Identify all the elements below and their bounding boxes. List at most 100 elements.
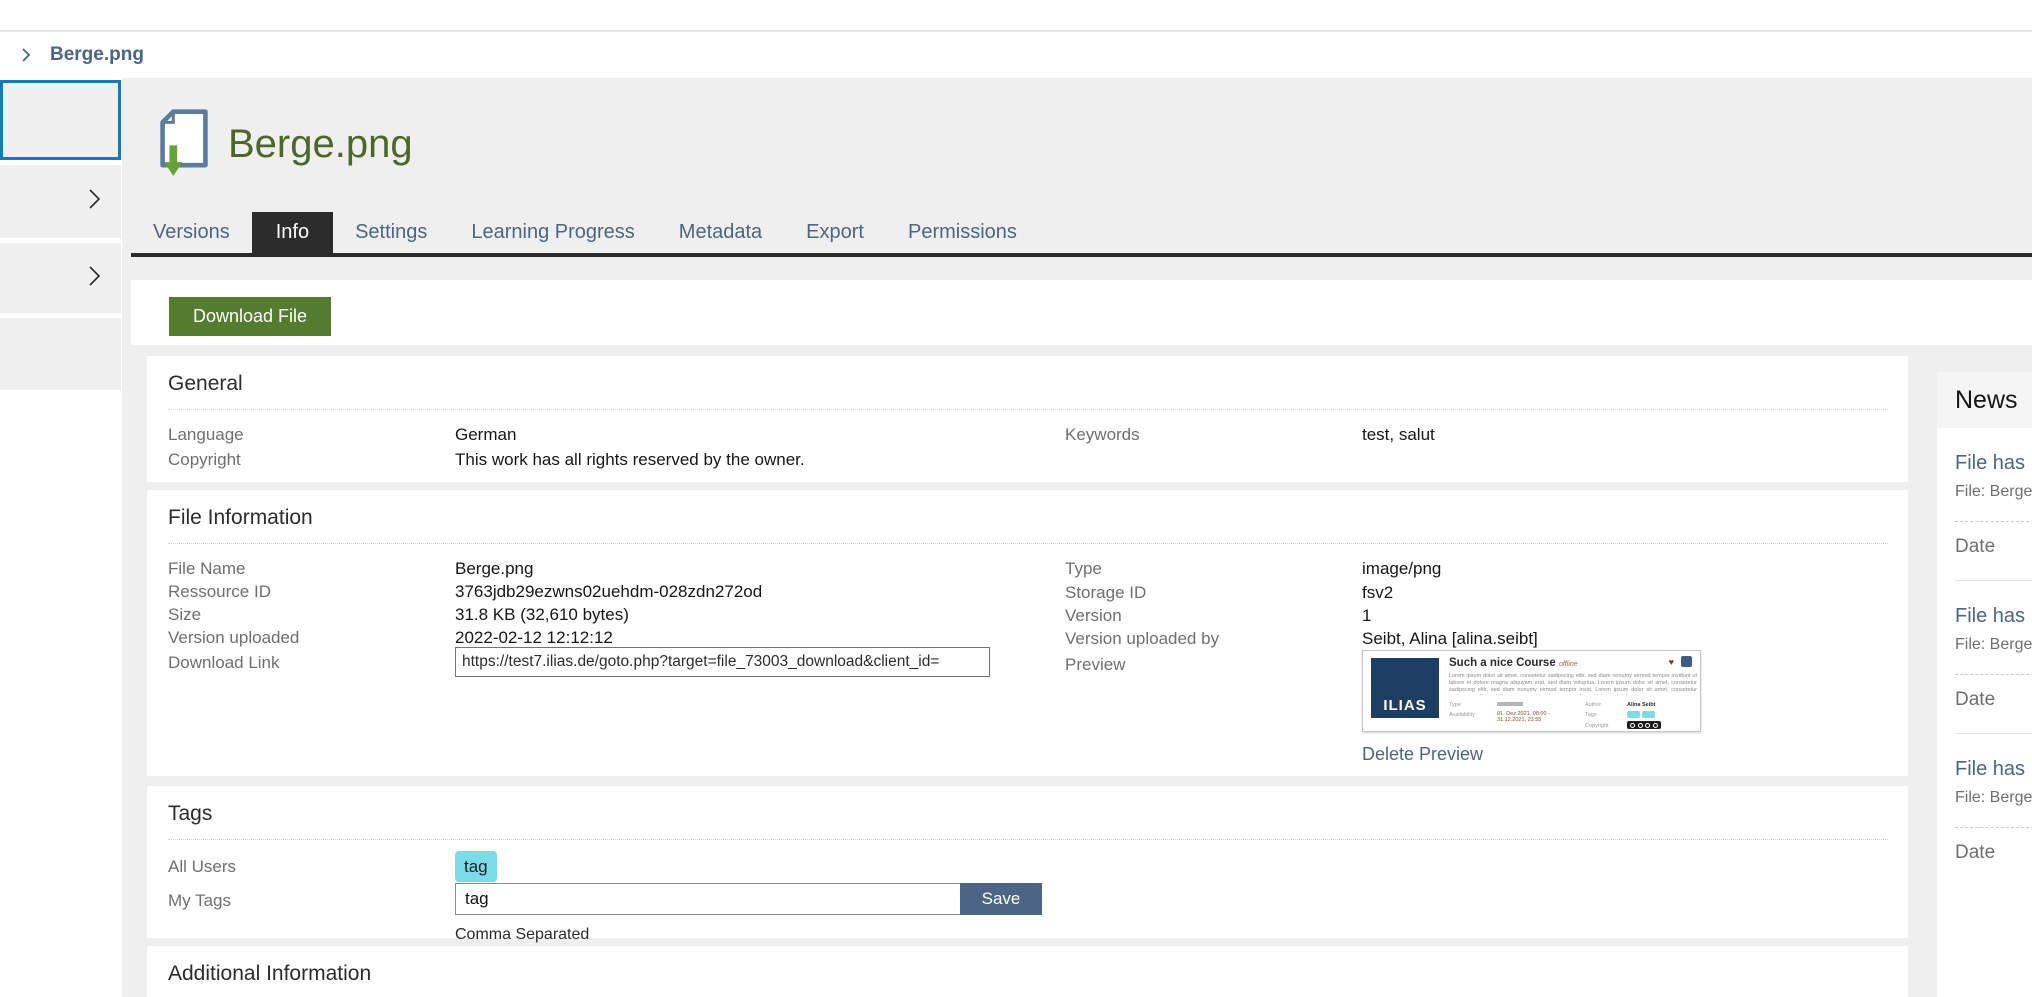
size-value: 31.8 KB (32,610 bytes) xyxy=(455,602,629,627)
sidebar-slate-expander-2[interactable] xyxy=(0,243,121,313)
preview-author-label: Author xyxy=(1585,701,1601,710)
chevron-right-icon xyxy=(18,47,34,63)
news-header: News xyxy=(1937,372,2032,428)
keywords-label: Keywords xyxy=(1065,422,1140,447)
size-label: Size xyxy=(168,602,201,627)
news-item: File has File: Berge Date xyxy=(1937,428,2032,581)
my-tags-label: My Tags xyxy=(168,888,231,913)
news-item-link[interactable]: File has xyxy=(1955,605,2032,628)
preview-availability-value: 01. Dez 2021, 08:00 - 31.12.2021, 23:55 xyxy=(1497,711,1575,723)
language-value: German xyxy=(455,422,516,447)
tab-info[interactable]: Info xyxy=(252,212,333,253)
breadcrumb: Berge.png xyxy=(0,32,2032,78)
preview-type-value xyxy=(1497,701,1523,710)
preview-tags-label: Tags xyxy=(1585,711,1597,720)
preview-copyright-label: Copyright xyxy=(1585,722,1609,731)
news-item-link[interactable]: File has xyxy=(1955,452,2032,475)
storage-id-label: Storage ID xyxy=(1065,580,1146,605)
tab-bar: Versions Info Settings Learning Progress… xyxy=(131,212,2032,253)
section-additional-heading: Additional Information xyxy=(168,962,1888,997)
my-tags-input[interactable] xyxy=(455,883,960,915)
top-bar xyxy=(0,0,2032,31)
section-tags-heading: Tags xyxy=(168,802,1888,840)
my-tags-form: Save xyxy=(455,883,1042,915)
tab-learning-progress[interactable]: Learning Progress xyxy=(449,212,656,253)
preview-course-title: Such a nice Course offline xyxy=(1449,657,1578,669)
download-link-input[interactable] xyxy=(455,647,990,677)
news-item-subtitle: File: Berge xyxy=(1955,636,2032,654)
sidebar-slate-selected[interactable] xyxy=(0,80,121,160)
preview-offline-status: offline xyxy=(1559,661,1578,668)
preview-author-value: Alina Seibt xyxy=(1627,701,1655,710)
version-label: Version xyxy=(1065,603,1122,628)
news-item-subtitle: File: Berge xyxy=(1955,789,2032,807)
toolbar: Download File xyxy=(131,280,2032,345)
ressource-id-label: Ressource ID xyxy=(168,579,271,604)
delete-preview-link[interactable]: Delete Preview xyxy=(1362,742,1483,767)
type-value: image/png xyxy=(1362,556,1441,581)
ressource-id-value: 3763jdb29ezwns02uehdm-028zdn272od xyxy=(455,579,762,604)
file-download-icon xyxy=(158,108,210,183)
preview-course-title-text: Such a nice Course xyxy=(1449,657,1556,669)
version-uploaded-by-label: Version uploaded by xyxy=(1065,626,1219,651)
storage-id-value: fsv2 xyxy=(1362,580,1393,605)
preview-thumbnail: ILIAS Such a nice Course offline ♥ Lorem… xyxy=(1362,650,1701,732)
copyright-label: Copyright xyxy=(168,447,241,472)
dashed-divider xyxy=(1955,521,2032,522)
tab-settings[interactable]: Settings xyxy=(333,212,449,253)
cc-license-icon xyxy=(1627,721,1679,732)
object-header: Berge.png xyxy=(122,78,2032,215)
tab-permissions[interactable]: Permissions xyxy=(886,212,1039,253)
version-uploaded-by-value: Seibt, Alina [alina.seibt] xyxy=(1362,626,1538,651)
news-panel: News File has File: Berge Date File has … xyxy=(1937,372,2032,997)
news-item-date-label: Date xyxy=(1955,536,2032,558)
comma-separated-hint: Comma Separated xyxy=(455,922,589,947)
tab-versions[interactable]: Versions xyxy=(131,212,252,253)
sidebar-slate-expander-1[interactable] xyxy=(0,165,121,238)
section-file-information-heading: File Information xyxy=(168,506,1888,544)
preview-availability-label: Availability xyxy=(1449,711,1475,720)
preview-type-label: Type xyxy=(1449,701,1461,710)
section-general: General Language German Copyright This w… xyxy=(147,356,1908,482)
section-general-heading: General xyxy=(168,372,1888,410)
preview-label: Preview xyxy=(1065,652,1125,677)
section-file-information: File Information File Name Berge.png Res… xyxy=(147,490,1908,776)
news-item-subtitle: File: Berge xyxy=(1955,483,2032,501)
tab-metadata[interactable]: Metadata xyxy=(657,212,784,253)
dashed-divider xyxy=(1955,827,2032,828)
file-name-value: Berge.png xyxy=(455,556,533,581)
copyright-value: This work has all rights reserved by the… xyxy=(455,447,805,472)
preview-body-text: Lorem ipsum dolor sit amet, consetetur s… xyxy=(1449,673,1697,695)
keywords-value: test, salut xyxy=(1362,422,1435,447)
language-label: Language xyxy=(168,422,244,447)
heart-icon: ♥ xyxy=(1669,657,1674,667)
left-sidebar xyxy=(0,78,122,997)
sidebar-slate-empty[interactable] xyxy=(0,318,121,390)
chevron-right-icon xyxy=(85,264,103,293)
preview-action-icon xyxy=(1681,656,1692,667)
all-users-label: All Users xyxy=(168,854,236,879)
news-heading: News xyxy=(1955,386,2018,415)
file-name-label: File Name xyxy=(168,556,245,581)
type-label: Type xyxy=(1065,556,1102,581)
news-item-date-label: Date xyxy=(1955,842,2032,864)
page-title: Berge.png xyxy=(228,122,413,167)
news-item-date-label: Date xyxy=(1955,689,2032,711)
dashed-divider xyxy=(1955,674,2032,675)
tag-chip[interactable]: tag xyxy=(455,851,497,882)
tab-export[interactable]: Export xyxy=(784,212,886,253)
download-link-label: Download Link xyxy=(168,650,280,675)
all-users-tags: tag xyxy=(455,851,497,882)
news-item-link[interactable]: File has xyxy=(1955,758,2032,781)
save-button[interactable]: Save xyxy=(960,883,1042,915)
breadcrumb-link-file[interactable]: Berge.png xyxy=(50,44,144,66)
news-item: File has File: Berge Date xyxy=(1937,734,2032,864)
chevron-right-icon xyxy=(85,187,103,216)
section-tags: Tags All Users tag My Tags Save Comma Se… xyxy=(147,786,1908,938)
news-item: File has File: Berge Date xyxy=(1937,581,2032,734)
version-uploaded-label: Version uploaded xyxy=(168,625,299,650)
download-file-button[interactable]: Download File xyxy=(169,297,331,336)
section-additional-information: Additional Information xyxy=(147,946,1908,997)
ilias-logo: ILIAS xyxy=(1371,658,1439,718)
version-value: 1 xyxy=(1362,603,1371,628)
